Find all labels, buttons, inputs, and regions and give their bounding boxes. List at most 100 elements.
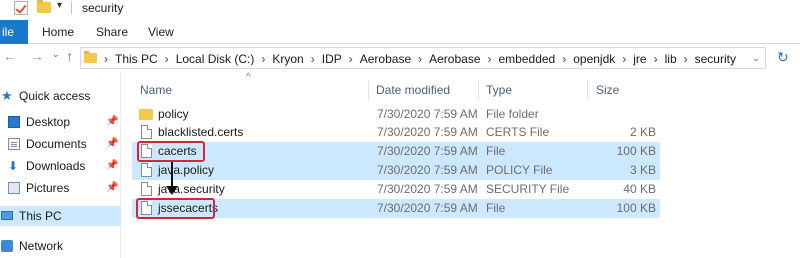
file-size: 40 KB	[623, 182, 656, 196]
title-separator	[71, 1, 72, 14]
computer-icon	[1, 211, 13, 220]
sidebar-item-label: Network	[19, 239, 64, 253]
breadcrumb-item[interactable]: embedded	[499, 52, 556, 66]
sidebar-item-downloads[interactable]: ⬇ Downloads 📌	[0, 156, 121, 176]
table-row[interactable]: java.security 7/30/2020 7:59 AM SECURITY F…	[132, 180, 660, 199]
date-modified: 7/30/2020 7:59 AM	[377, 201, 478, 215]
breadcrumb-separator[interactable]: ›	[165, 52, 169, 66]
file-size: 3 KB	[629, 163, 656, 177]
new-folder-icon[interactable]	[37, 0, 51, 13]
address-bar[interactable]: › This PC › Local Disk (C:) › Kryon › IDP › Aero…	[80, 47, 766, 69]
file-size: 100 KB	[616, 144, 656, 158]
ribbon-tabs: ile Home Share View	[0, 20, 800, 44]
table-row[interactable]: java.policy 7/30/2020 7:59 AM POLICY File 3…	[132, 161, 660, 180]
star-icon: ★	[1, 88, 13, 103]
sidebar-item-this-pc[interactable]: This PC	[0, 206, 121, 226]
sidebar-item-label: This PC	[19, 209, 62, 223]
breadcrumb-item[interactable]: jre	[633, 52, 646, 66]
date-modified: 7/30/2020 7:59 AM	[377, 163, 478, 177]
breadcrumb-separator[interactable]: ›	[311, 52, 315, 66]
breadcrumb-item[interactable]: This PC	[115, 52, 158, 66]
file-type: File	[486, 144, 506, 158]
breadcrumb-item[interactable]: Local Disk (C:)	[176, 52, 255, 66]
column-header-date-modified[interactable]: Date modified	[376, 80, 450, 100]
pin-icon[interactable]: 📌	[106, 156, 118, 176]
sidebar-item-desktop[interactable]: Desktop 📌	[0, 112, 121, 132]
file-size: 100 KB	[616, 201, 656, 215]
breadcrumb-item[interactable]: IDP	[322, 52, 342, 66]
annotation-arrow	[171, 162, 173, 189]
file-icon	[141, 182, 152, 196]
sidebar-item-pictures[interactable]: Pictures 📌	[0, 178, 121, 198]
window-title: security	[82, 1, 124, 15]
breadcrumb-item[interactable]: Aerobase	[429, 52, 480, 66]
file-type: POLICY File	[486, 163, 553, 177]
breadcrumb-separator[interactable]: ›	[488, 52, 492, 66]
refresh-icon[interactable]: ↻	[777, 49, 789, 66]
tab-file[interactable]: ile	[0, 20, 28, 44]
sidebar-item-label: Quick access	[19, 89, 91, 103]
back-arrow-icon[interactable]: ←	[3, 48, 17, 64]
breadcrumb-separator[interactable]: ›	[349, 52, 353, 66]
column-header-type[interactable]: Type	[486, 80, 512, 100]
file-type: File folder	[486, 107, 539, 121]
breadcrumb-separator[interactable]: ›	[104, 52, 108, 66]
breadcrumb-item[interactable]: Aerobase	[360, 52, 411, 66]
breadcrumb-separator[interactable]: ›	[562, 52, 566, 66]
sidebar-item-label: Desktop	[26, 115, 71, 129]
up-arrow-icon[interactable]: ↑	[66, 48, 73, 64]
breadcrumb-separator[interactable]: ›	[622, 52, 626, 66]
table-row[interactable]: cacerts 7/30/2020 7:59 AM File 100 KB	[132, 142, 660, 161]
file-name: policy	[158, 107, 189, 121]
breadcrumb-separator[interactable]: ›	[684, 52, 688, 66]
forward-arrow-icon[interactable]: →	[30, 48, 44, 64]
title-bar: ▾ security	[0, 0, 800, 18]
sidebar-item-label: Documents	[26, 137, 87, 151]
breadcrumb-item[interactable]: Kryon	[272, 52, 303, 66]
sidebar-item-label: Pictures	[26, 181, 70, 195]
file-icon	[141, 163, 152, 177]
downloads-icon: ⬇	[8, 159, 19, 173]
table-row[interactable]: policy 7/30/2020 7:59 AM File folder	[132, 105, 660, 124]
sort-caret-icon: ^	[246, 72, 251, 83]
breadcrumb-item[interactable]: lib	[665, 52, 677, 66]
folder-icon	[139, 109, 153, 120]
address-row: ← → ⌄ ↑ › This PC › Local Disk (C:) › Kryon ›…	[0, 45, 800, 71]
network-icon	[1, 240, 13, 252]
quick-access-toolbar-dropdown[interactable]: ▾	[57, 0, 62, 11]
column-header-name[interactable]: Name	[140, 80, 172, 100]
table-row[interactable]: blacklisted.certs 7/30/2020 7:59 AM CERTS …	[132, 123, 660, 142]
documents-icon	[8, 138, 20, 150]
file-size: 2 KB	[629, 125, 656, 139]
pin-icon[interactable]: 📌	[106, 178, 118, 198]
breadcrumb-separator[interactable]: ›	[654, 52, 658, 66]
properties-check-icon[interactable]	[14, 1, 28, 15]
tab-home[interactable]: Home	[42, 20, 74, 44]
recent-locations-chevron-icon[interactable]: ⌄	[52, 49, 60, 60]
desktop-icon	[8, 116, 20, 128]
date-modified: 7/30/2020 7:59 AM	[377, 144, 478, 158]
breadcrumb-separator[interactable]: ›	[418, 52, 422, 66]
breadcrumb-separator[interactable]: ›	[261, 52, 265, 66]
sidebar-item-documents[interactable]: Documents 📌	[0, 134, 121, 154]
column-divider[interactable]	[478, 80, 479, 100]
vertical-scrollbar[interactable]	[785, 72, 800, 258]
tab-share[interactable]: Share	[96, 20, 128, 44]
highlight-box	[137, 141, 205, 162]
tab-view[interactable]: View	[148, 20, 174, 44]
pin-icon[interactable]: 📌	[106, 134, 118, 154]
pin-icon[interactable]: 📌	[106, 112, 118, 132]
sidebar-item-quick-access[interactable]: ★ Quick access	[0, 86, 121, 106]
breadcrumb-item[interactable]: openjdk	[573, 52, 615, 66]
date-modified: 7/30/2020 7:59 AM	[377, 182, 478, 196]
file-icon	[141, 125, 152, 139]
breadcrumb-item[interactable]: security	[695, 52, 736, 66]
column-header-size[interactable]: Size	[596, 80, 619, 100]
arrow-head-icon	[166, 186, 178, 195]
highlight-box	[136, 198, 215, 219]
column-divider[interactable]	[368, 80, 369, 100]
sidebar-item-network[interactable]: Network	[0, 236, 121, 256]
pictures-icon	[8, 182, 20, 194]
column-divider[interactable]	[587, 80, 588, 100]
address-dropdown-chevron-icon[interactable]: ⌄	[747, 48, 765, 68]
